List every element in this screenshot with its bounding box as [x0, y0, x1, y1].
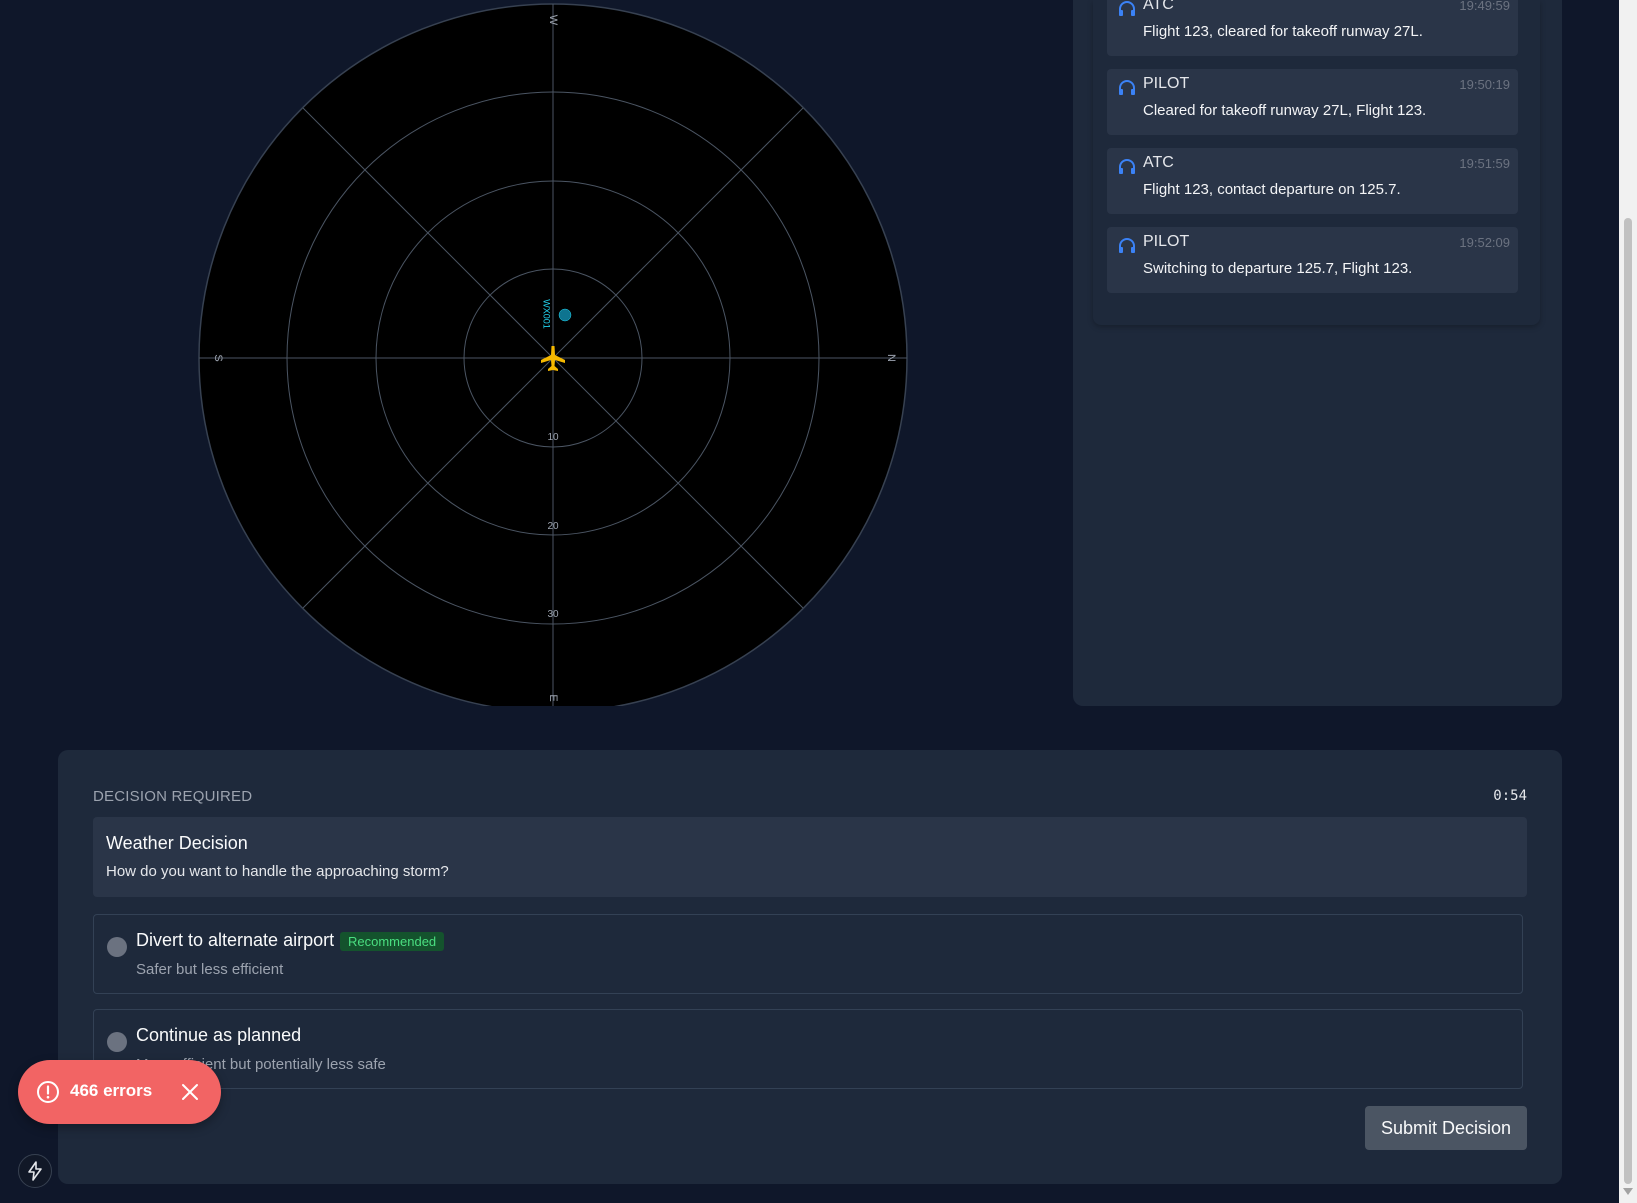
- decision-title: Weather Decision: [106, 833, 248, 853]
- weather-target-blip[interactable]: [558, 308, 572, 322]
- submit-decision-button[interactable]: Submit Decision: [1365, 1106, 1527, 1150]
- message-sender: ATC: [1143, 154, 1174, 171]
- option-description: Safer but less efficient: [136, 961, 284, 978]
- comms-message: PILOT 19:52:09 Switching to departure 12…: [1107, 227, 1518, 293]
- scrollbar-thumb[interactable]: [1624, 218, 1632, 1184]
- error-toast[interactable]: 466 errors: [18, 1060, 221, 1124]
- message-sender: ATC: [1143, 0, 1174, 13]
- message-text: Switching to departure 125.7, Flight 123…: [1143, 260, 1413, 277]
- range-label-20: 20: [547, 521, 559, 532]
- lightning-bolt-icon: [28, 1161, 42, 1181]
- message-sender: PILOT: [1143, 233, 1190, 250]
- headset-icon: [1119, 159, 1135, 174]
- decision-question-box: Weather Decision How do you want to hand…: [93, 817, 1527, 897]
- message-time: 19:52:09: [1459, 235, 1510, 250]
- radio-button[interactable]: [107, 1032, 127, 1052]
- comms-message: ATC 19:51:59 Flight 123, contact departu…: [1107, 148, 1518, 214]
- compass-east-label: E: [547, 694, 559, 701]
- comms-panel: ATC 19:49:59 Flight 123, cleared for tak…: [1073, 0, 1562, 706]
- decision-option-divert[interactable]: Divert to alternate airport Recommended …: [93, 914, 1523, 994]
- headset-icon: [1119, 1, 1135, 16]
- range-label-30: 30: [547, 609, 559, 620]
- alert-circle-icon: [37, 1081, 59, 1103]
- radar-scope: W N S E 10 20 30 WX001: [198, 3, 908, 706]
- radio-button[interactable]: [107, 937, 127, 957]
- close-icon[interactable]: [180, 1082, 200, 1102]
- decision-option-continue[interactable]: Continue as planned More efficient but p…: [93, 1009, 1523, 1089]
- radar-display: W N S E 10 20 30 WX001: [0, 0, 1060, 706]
- message-text: Cleared for takeoff runway 27L, Flight 1…: [1143, 102, 1427, 119]
- option-title: Continue as planned: [136, 1025, 302, 1045]
- weather-target-label: WX001: [542, 299, 552, 329]
- scroll-down-arrow-icon[interactable]: [1623, 1188, 1633, 1195]
- message-text: Flight 123, cleared for takeoff runway 2…: [1143, 23, 1423, 40]
- headset-icon: [1119, 80, 1135, 95]
- recommended-badge: Recommended: [340, 932, 445, 951]
- compass-west-label: W: [547, 15, 559, 26]
- page-scrollbar[interactable]: [1619, 0, 1637, 1203]
- comms-message: PILOT 19:50:19 Cleared for takeoff runwa…: [1107, 69, 1518, 135]
- comms-message: ATC 19:49:59 Flight 123, cleared for tak…: [1107, 0, 1518, 56]
- decision-question: How do you want to handle the approachin…: [106, 863, 449, 880]
- compass-north-label: N: [885, 354, 897, 362]
- message-sender: PILOT: [1143, 75, 1190, 92]
- message-text: Flight 123, contact departure on 125.7.: [1143, 181, 1401, 198]
- decision-required-label: DECISION REQUIRED: [93, 788, 253, 805]
- comms-log: ATC 19:49:59 Flight 123, cleared for tak…: [1093, 0, 1540, 325]
- compass-south-label: S: [212, 354, 224, 361]
- error-count: 466 errors: [70, 1081, 153, 1100]
- option-title: Divert to alternate airport: [136, 930, 335, 950]
- decision-timer: 0:54: [1493, 788, 1527, 804]
- range-label-10: 10: [547, 432, 559, 443]
- headset-icon: [1119, 238, 1135, 253]
- decision-panel: DECISION REQUIRED 0:54 Weather Decision …: [58, 750, 1562, 1184]
- message-time: 19:51:59: [1459, 156, 1510, 171]
- message-time: 19:49:59: [1459, 0, 1510, 13]
- dev-tools-button[interactable]: [18, 1154, 52, 1188]
- message-time: 19:50:19: [1459, 77, 1510, 92]
